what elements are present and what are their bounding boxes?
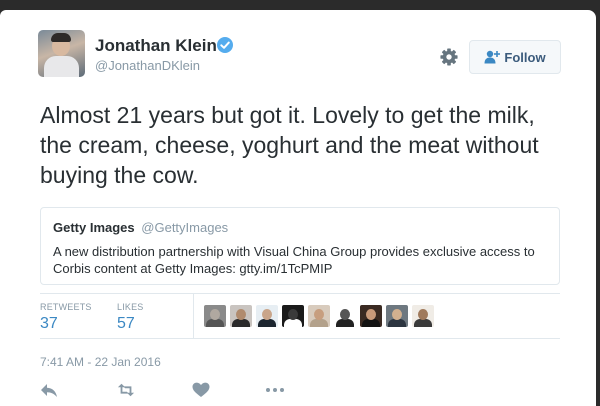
retweets-stat[interactable]: RETWEETS 37	[40, 302, 92, 333]
author-name[interactable]: Jonathan Klein	[95, 36, 217, 56]
likes-count: 57	[117, 315, 135, 332]
verified-badge-icon	[217, 37, 233, 53]
author-avatar[interactable]	[38, 30, 85, 77]
quoted-author-handle: @GettyImages	[141, 220, 229, 235]
quoted-tweet-text: A new distribution partnership with Visu…	[53, 244, 535, 276]
retweets-count: 37	[40, 315, 58, 332]
follow-button-label: Follow	[504, 49, 546, 65]
add-user-icon	[484, 50, 501, 64]
liker-avatar[interactable]	[386, 305, 408, 327]
tweet-card: Jonathan Klein @JonathanDKlein Follow Al…	[0, 10, 596, 406]
likes-label: LIKES	[117, 302, 144, 312]
more-icon[interactable]	[265, 382, 285, 398]
likes-stat[interactable]: LIKES 57	[117, 302, 144, 333]
quoted-tweet-header: Getty Images @GettyImages	[53, 220, 547, 235]
author-handle[interactable]: @JonathanDKlein	[95, 58, 200, 73]
tweet-stats: RETWEETS 37 LIKES 57	[40, 293, 560, 339]
liker-avatar[interactable]	[308, 305, 330, 327]
follow-button[interactable]: Follow	[469, 40, 561, 74]
liker-avatar[interactable]	[256, 305, 278, 327]
liker-avatar[interactable]	[230, 305, 252, 327]
liker-avatar[interactable]	[204, 305, 226, 327]
like-icon[interactable]	[192, 382, 210, 398]
stats-divider	[193, 294, 194, 338]
liker-avatar[interactable]	[282, 305, 304, 327]
tweet-timestamp[interactable]: 7:41 AM - 22 Jan 2016	[40, 355, 161, 369]
quoted-author-name: Getty Images	[53, 220, 135, 235]
tweet-text: Almost 21 years but got it. Lovely to ge…	[40, 102, 539, 188]
liker-avatar[interactable]	[360, 305, 382, 327]
gear-icon[interactable]	[440, 48, 458, 66]
reply-icon[interactable]	[40, 382, 58, 398]
retweets-label: RETWEETS	[40, 302, 92, 312]
liker-avatar[interactable]	[412, 305, 434, 327]
liker-avatar[interactable]	[334, 305, 356, 327]
quoted-tweet[interactable]: Getty Images @GettyImages A new distribu…	[40, 207, 560, 285]
liker-avatars	[204, 305, 434, 327]
retweet-icon[interactable]	[117, 382, 135, 398]
